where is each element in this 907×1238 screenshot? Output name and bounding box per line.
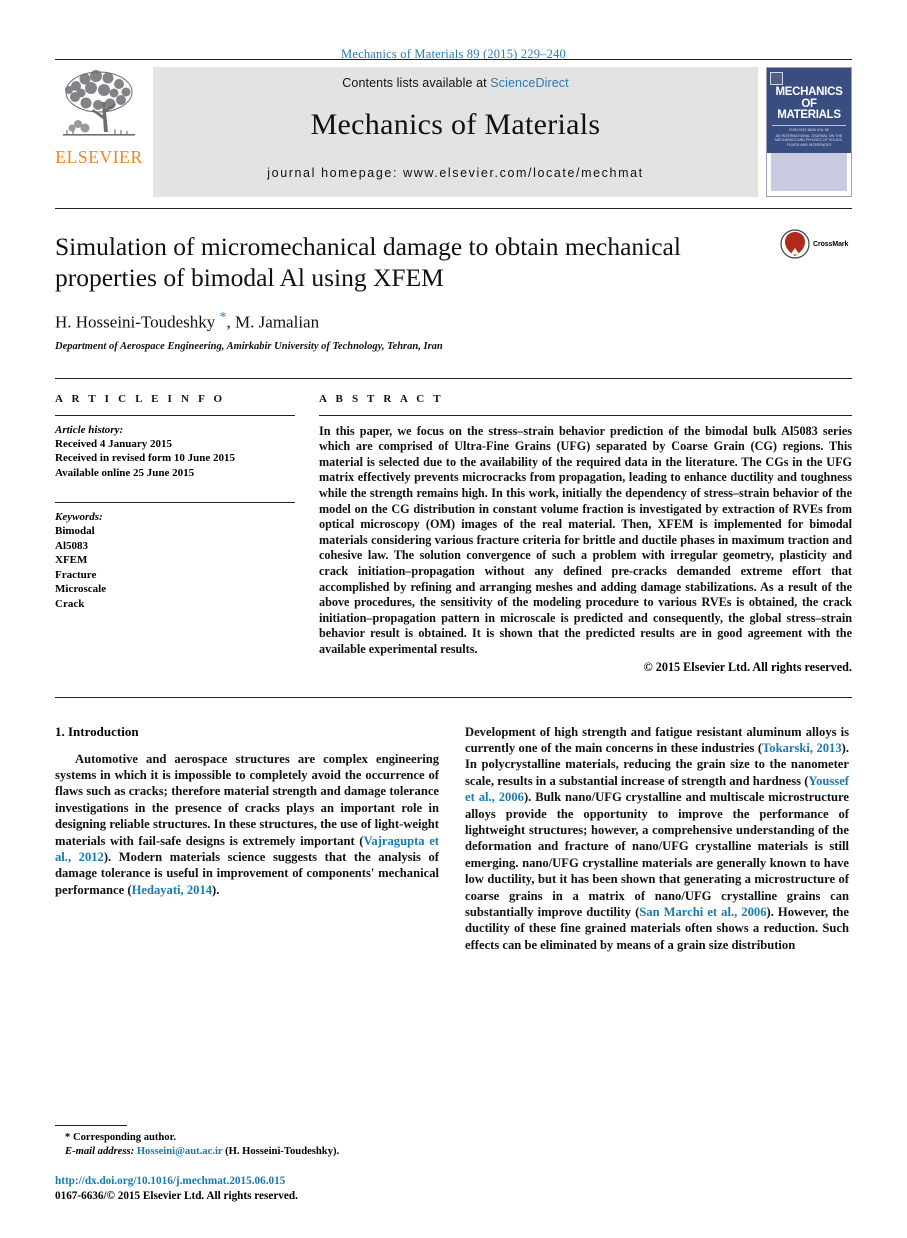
- abstract-copyright: © 2015 Elsevier Ltd. All rights reserved…: [643, 659, 852, 674]
- keyword-item: XFEM: [55, 554, 88, 567]
- crossmark-badge[interactable]: CrossMark: [780, 229, 852, 259]
- abstract-heading: A B S T R A C T: [319, 392, 444, 405]
- citation-link-tokarski[interactable]: Tokarski, 2013: [762, 741, 842, 755]
- elsevier-wordmark: ELSEVIER: [55, 147, 143, 167]
- crossmark-label: CrossMark: [813, 240, 849, 248]
- cover-divider: [772, 124, 846, 126]
- page-title: Simulation of micromechanical damage to …: [55, 232, 681, 292]
- contents-available-line: Contents lists available at ScienceDirec…: [342, 76, 568, 90]
- citation-link-hedayati[interactable]: Hedayati, 2014: [132, 883, 212, 897]
- history-revised: Received in revised form 10 June 2015: [55, 452, 236, 465]
- email-suffix: (H. Hosseini-Toudeshky).: [225, 1146, 340, 1157]
- corresponding-author-marker: *: [219, 310, 227, 325]
- journal-title: Mechanics of Materials: [310, 108, 601, 141]
- keyword-item: Fracture: [55, 568, 97, 581]
- keyword-item: Microscale: [55, 583, 107, 596]
- keywords-divider: [55, 502, 295, 504]
- corresponding-author-note: * Corresponding author.: [55, 1131, 439, 1145]
- footnote-block: * Corresponding author. E-mail address: …: [55, 1125, 439, 1204]
- email-note: E-mail address: Hosseini@aut.ac.ir (H. H…: [55, 1145, 439, 1159]
- journal-masthead: ELSEVIER Contents lists available at Sci…: [55, 59, 852, 204]
- sciencedirect-link[interactable]: ScienceDirect: [490, 76, 568, 90]
- article-info-heading: A R T I C L E I N F O: [55, 392, 226, 405]
- cover-title-line3: MATERIALS: [777, 109, 841, 121]
- crossmark-icon: [780, 229, 810, 259]
- journal-homepage-link[interactable]: journal homepage: www.elsevier.com/locat…: [267, 166, 643, 180]
- email-label: E-mail address:: [65, 1146, 135, 1157]
- contents-prefix: Contents lists available at: [342, 76, 491, 90]
- email-link[interactable]: Hosseini@aut.ac.ir: [137, 1146, 223, 1157]
- abstract-divider: [319, 414, 852, 416]
- issn-copyright: 0167-6636/© 2015 Elsevier Ltd. All right…: [55, 1190, 298, 1202]
- elsevier-tree-icon: [63, 70, 135, 136]
- cover-title-line1: MECHANICS: [775, 86, 843, 98]
- cover-elsevier-icon: [770, 72, 783, 85]
- intro-left-text-b: ). Modern materials science suggests tha…: [55, 850, 439, 897]
- author-list: H. Hosseini-Toudeshky *, M. Jamalian: [55, 310, 852, 333]
- keyword-item: Crack: [55, 597, 85, 610]
- article-history-label: Article history:: [55, 423, 124, 436]
- right-column: Development of high strength and fatigue…: [465, 724, 849, 954]
- doi-link[interactable]: http://dx.doi.org/10.1016/j.mechmat.2015…: [55, 1174, 439, 1189]
- article-info-column: A R T I C L E I N F O Article history: R…: [55, 393, 295, 675]
- body-top-divider: [55, 696, 852, 698]
- doi-block: http://dx.doi.org/10.1016/j.mechmat.2015…: [55, 1174, 439, 1204]
- abstract-column: A B S T R A C T In this paper, we focus …: [319, 393, 852, 675]
- corresponding-marker: *: [65, 1132, 71, 1143]
- title-block: CrossMark Simulation of micromechanical …: [55, 208, 852, 352]
- section-title-introduction: 1. Introduction: [55, 723, 139, 739]
- cover-image-area: [771, 153, 847, 191]
- keywords-label: Keywords:: [55, 511, 103, 524]
- journal-cover-thumbnail[interactable]: MECHANICS OF MATERIALS ISSN 0167-6636 VO…: [766, 67, 852, 197]
- intro-right-text-c: ). Bulk nano/UFG crystalline and multisc…: [465, 790, 849, 920]
- keyword-item: Al5083: [55, 539, 88, 552]
- abstract-text: In this paper, we focus on the stress–st…: [319, 423, 852, 656]
- affiliation: Department of Aerospace Engineering, Ami…: [55, 340, 443, 352]
- body-columns: 1. Introduction Automotive and aerospace…: [55, 724, 852, 954]
- info-abstract-section: A R T I C L E I N F O Article history: R…: [55, 377, 852, 675]
- journal-header-box: Contents lists available at ScienceDirec…: [153, 67, 758, 197]
- keyword-item: Bimodal: [55, 525, 95, 538]
- footnote-rule: [55, 1125, 127, 1126]
- elsevier-logo: ELSEVIER: [55, 60, 143, 204]
- cover-header: MECHANICS OF MATERIALS ISSN 0167-6636 VO…: [767, 68, 851, 154]
- intro-left-text-c: ).: [212, 882, 220, 897]
- article-info-divider: [55, 414, 295, 416]
- paper-page: Mechanics of Materials 89 (2015) 229–240: [0, 0, 907, 1238]
- history-received: Received 4 January 2015: [55, 437, 173, 450]
- intro-paragraph-right: Development of high strength and fatigue…: [465, 724, 849, 954]
- intro-paragraph-left: Automotive and aerospace structures are …: [55, 751, 439, 899]
- author-secondary: , M. Jamalian: [226, 312, 320, 332]
- citation-link-sanmarchi[interactable]: San Marchi et al., 2006: [639, 905, 766, 919]
- history-available: Available online 25 June 2015: [55, 466, 195, 479]
- corresponding-text: Corresponding author.: [72, 1132, 176, 1143]
- cover-blurb: AN INTERNATIONAL JOURNAL ON THE MECHANIC…: [775, 133, 843, 147]
- running-head: Mechanics of Materials 89 (2015) 229–240: [341, 47, 566, 61]
- left-column: 1. Introduction Automotive and aerospace…: [55, 724, 439, 954]
- author-primary: H. Hosseini-Toudeshky: [55, 312, 220, 332]
